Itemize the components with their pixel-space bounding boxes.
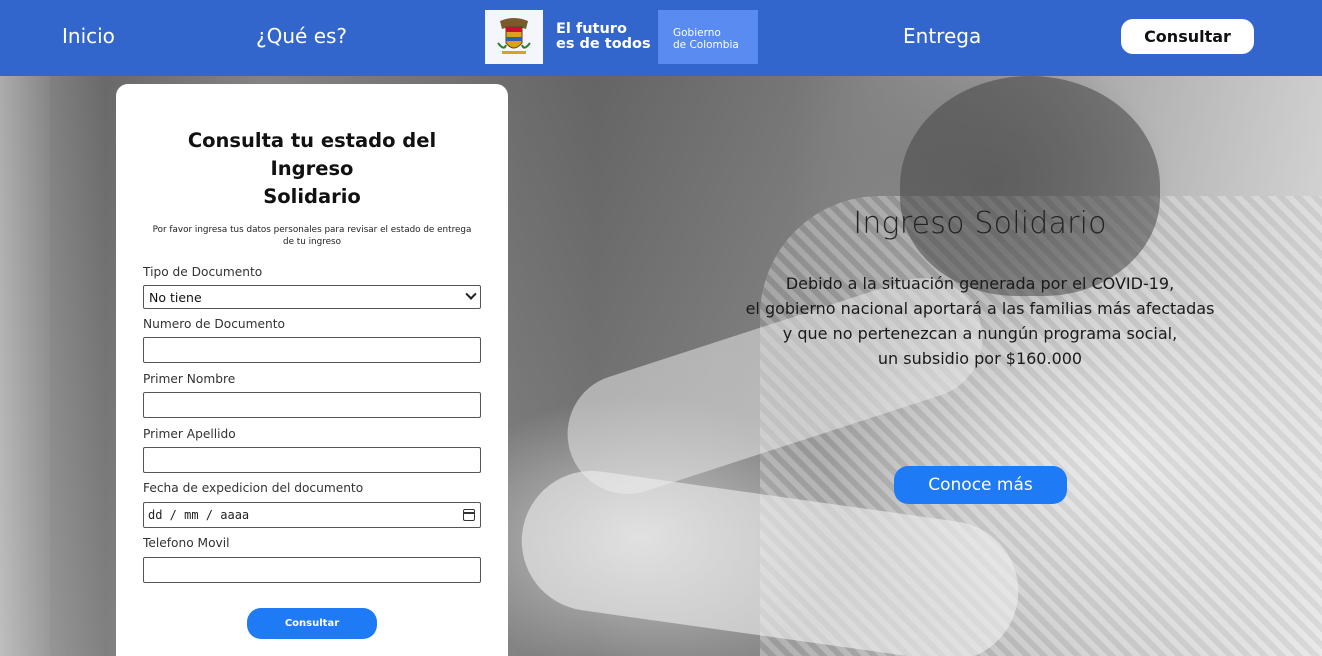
hero-description: Debido a la situación generada por el CO… [740,271,1220,371]
fecha-expedicion-date-input[interactable]: dd / mm / aaaa [143,502,481,528]
hero-line: el gobierno nacional aportará a las fami… [745,299,1215,318]
gov-line-2: de Colombia [673,39,739,51]
numero-documento-input[interactable] [143,337,481,363]
tipo-documento-label: Tipo de Documento [143,265,263,279]
form-title: Consulta tu estado del Ingreso Solidario [116,127,508,211]
header-consultar-button[interactable]: Consultar [1121,19,1254,54]
form-consultar-button[interactable]: Consultar [247,608,377,639]
gov-line-1: Gobierno [673,27,721,39]
slogan-line-1: El futuro [556,21,627,37]
primer-nombre-label: Primer Nombre [143,372,236,386]
fecha-expedicion-label: Fecha de expedicion del documento [143,481,364,495]
form-description: Por favor ingresa tus datos personales p… [152,225,472,247]
primer-nombre-input[interactable] [143,392,481,418]
telefono-label: Telefono Movil [143,536,230,550]
hero-line: un subsidio por $160.000 [877,349,1083,368]
hero-line: Debido a la situación generada por el CO… [785,274,1175,293]
form-title-line-3: Solidario [263,185,361,208]
hero-line: y que no pertenezcan a nungún programa s… [782,324,1178,343]
form-title-line-2: Ingreso [270,157,354,180]
government-logo[interactable]: El futuro es de todos Gobierno de Colomb… [485,10,758,64]
primer-apellido-input[interactable] [143,447,481,473]
top-navigation-bar: Inicio ¿Qué es? El futuro es de todos Go… [0,0,1322,76]
consulta-form-card: Consulta tu estado del Ingreso Solidario… [116,84,508,656]
gobierno-de-colombia-label: Gobierno de Colombia [658,10,758,64]
slogan-line-2: es de todos [556,36,651,52]
nav-link-entrega[interactable]: Entrega [903,24,981,48]
chevron-down-icon [465,288,477,300]
tipo-documento-select[interactable]: No tiene [143,285,481,309]
date-placeholder: dd / mm / aaaa [148,508,250,522]
hero-title: Ingreso Solidario [853,206,1107,241]
telefono-input[interactable] [143,557,481,583]
logo-slogan: El futuro es de todos [543,22,651,52]
numero-documento-label: Numero de Documento [143,317,285,331]
logo-slogan-panel: El futuro es de todos [485,10,658,64]
calendar-icon[interactable] [463,509,475,521]
nav-link-inicio[interactable]: Inicio [62,24,115,48]
tipo-documento-value: No tiene [149,289,202,305]
conoce-mas-button[interactable]: Conoce más [894,466,1067,504]
coat-of-arms-icon [485,10,543,64]
primer-apellido-label: Primer Apellido [143,427,236,441]
hero-text-block: Ingreso Solidario Debido a la situación … [740,206,1220,371]
form-title-line-1: Consulta tu estado del [187,129,437,152]
nav-link-que-es[interactable]: ¿Qué es? [256,24,347,48]
